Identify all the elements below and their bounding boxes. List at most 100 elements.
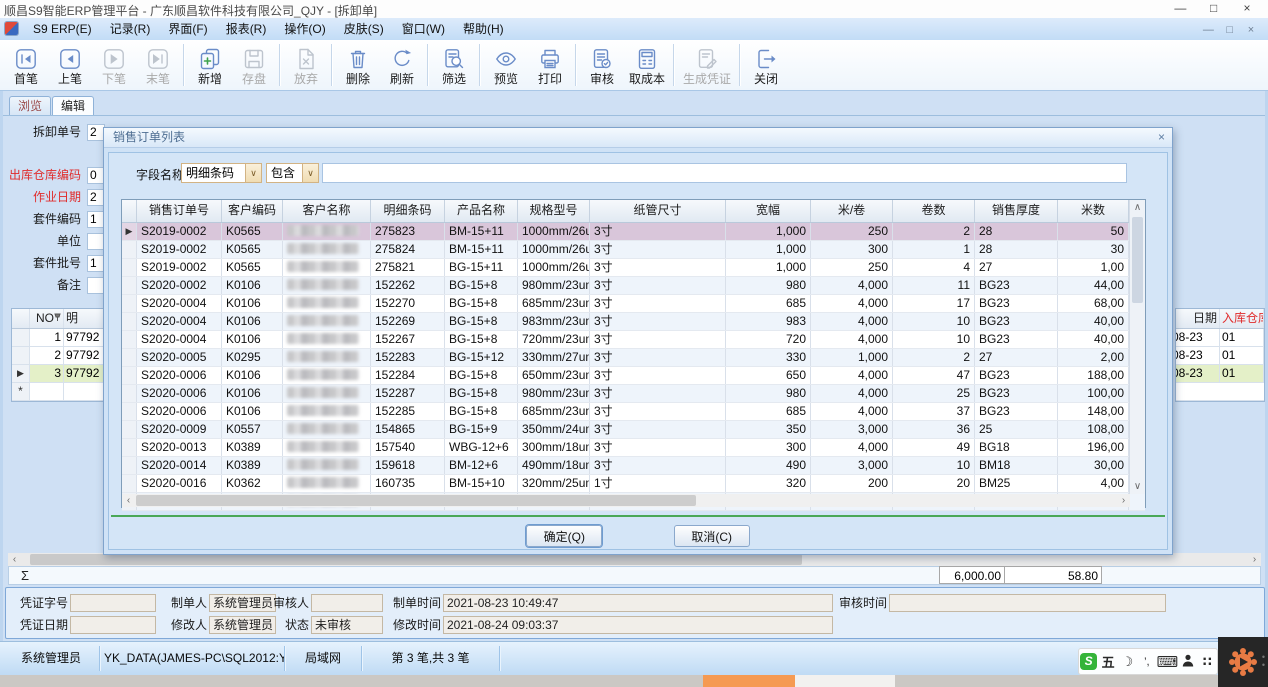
taskbar-item-orange[interactable] (703, 675, 795, 687)
sales-order-row[interactable]: S2020-0009K0557154865BG-15+9350mm/24um..… (122, 421, 1145, 439)
chevron-down-icon[interactable]: ∨ (245, 164, 261, 182)
toolbar-nav-first-button[interactable]: 首笔 (4, 43, 48, 87)
sogou-logo-icon[interactable]: S (1079, 653, 1098, 670)
detail-row[interactable]: ▶397792 (12, 365, 106, 383)
menu-item-3[interactable]: 报表(R) (217, 18, 276, 40)
footer-input[interactable] (70, 594, 156, 612)
punctuation-icon[interactable]: ’, (1137, 656, 1156, 668)
toolbar-nav-prev-button[interactable]: 上笔 (48, 43, 92, 87)
footer-input[interactable] (70, 616, 156, 634)
column-header-3[interactable]: 明细条码 (371, 200, 445, 222)
operator-select[interactable]: 包含 ∨ (266, 163, 319, 183)
floating-app-widget[interactable]: •• (1218, 637, 1268, 687)
menu-item-0[interactable]: S9 ERP(E) (24, 18, 101, 40)
scroll-left-icon[interactable]: ‹ (8, 553, 21, 566)
toolbar-refresh-button[interactable]: 刷新 (380, 43, 424, 87)
sales-order-row[interactable]: S2019-0002K0565275824BM-15+111000mm/26u.… (122, 241, 1145, 259)
column-header-9[interactable]: 卷数 (893, 200, 975, 222)
detail-row[interactable]: 08-2301 (1176, 365, 1264, 383)
detail-row[interactable]: 08-2301 (1176, 329, 1264, 347)
toolbar-audit-button[interactable]: 审核 (580, 43, 624, 87)
grid-vertical-scrollbar[interactable]: ∧ ∨ (1129, 200, 1145, 494)
toolbar-close-doc-button[interactable]: 关闭 (744, 43, 788, 87)
footer-input[interactable] (311, 594, 383, 612)
sales-order-row[interactable]: S2020-0016K0362160735BM-15+10320mm/25um.… (122, 475, 1145, 493)
taskbar-item-light[interactable] (795, 675, 895, 687)
child-restore-icon[interactable]: □ (1221, 19, 1239, 41)
scroll-up-icon[interactable]: ∧ (1131, 201, 1144, 214)
menu-item-2[interactable]: 界面(F) (159, 18, 216, 40)
column-header-7[interactable]: 宽幅 (726, 200, 811, 222)
minimize-icon[interactable]: — (1165, 1, 1195, 15)
toolbar-print-button[interactable]: 打印 (528, 43, 572, 87)
chevron-down-icon[interactable]: ∨ (302, 164, 318, 182)
column-header-5[interactable]: 规格型号 (518, 200, 590, 222)
close-icon[interactable]: × (1232, 1, 1262, 15)
field-name-select[interactable]: 明细条码 ∨ (181, 163, 262, 183)
column-header-1[interactable]: 客户编码 (222, 200, 283, 222)
column-header-6[interactable]: 纸管尺寸 (590, 200, 726, 222)
maximize-icon[interactable]: □ (1199, 1, 1229, 15)
tab-browse[interactable]: 浏览 (9, 96, 51, 115)
sales-order-row[interactable]: S2019-0002K0565275821BG-15+111000mm/26u.… (122, 259, 1145, 277)
scroll-down-icon[interactable]: ∨ (1131, 480, 1144, 493)
wubi-mode-icon[interactable]: 五 (1098, 652, 1117, 671)
dialog-close-icon[interactable]: × (1158, 128, 1165, 147)
sales-order-row[interactable]: S2020-0004K0106152269BG-15+8983mm/23um..… (122, 313, 1145, 331)
column-header-10[interactable]: 销售厚度 (975, 200, 1058, 222)
sales-order-row[interactable]: S2020-0002K0106152262BG-15+8980mm/23um..… (122, 277, 1145, 295)
cell: 2 (893, 349, 975, 366)
menu-item-7[interactable]: 帮助(H) (454, 18, 513, 40)
sales-order-row[interactable]: S2020-0006K0106152287BG-15+8980mm/23um..… (122, 385, 1145, 403)
detail-row[interactable]: 197792 (12, 329, 106, 347)
scroll-left-icon[interactable]: ‹ (122, 494, 135, 507)
cell: BG23 (975, 403, 1058, 420)
scroll-right-icon[interactable]: › (1117, 494, 1130, 507)
toolbox-icon[interactable]: ∷ (1198, 654, 1217, 670)
column-header-8[interactable]: 米/卷 (811, 200, 893, 222)
column-header-0[interactable]: 销售订单号 (137, 200, 222, 222)
footer-input[interactable]: 未审核 (311, 616, 383, 634)
widget-menu-dots-icon[interactable]: •• (1262, 653, 1265, 669)
cancel-button[interactable]: 取消(C) (674, 525, 750, 547)
column-header-4[interactable]: 产品名称 (445, 200, 518, 222)
sales-order-row[interactable]: S2020-0006K0106152284BG-15+8650mm/23um..… (122, 367, 1145, 385)
child-close-icon[interactable]: × (1242, 19, 1260, 41)
child-minimize-icon[interactable]: — (1199, 19, 1217, 41)
toolbar-filter-button[interactable]: 筛选 (432, 43, 476, 87)
sales-order-row[interactable]: S2020-0005K0295152283BG-15+12330mm/27um.… (122, 349, 1145, 367)
column-header-11[interactable]: 米数 (1058, 200, 1129, 222)
scrollbar-thumb[interactable] (1132, 217, 1143, 303)
menu-item-5[interactable]: 皮肤(S) (335, 18, 393, 40)
column-header-2[interactable]: 客户名称 (283, 200, 371, 222)
footer-input[interactable]: 2021-08-24 09:03:37 (443, 616, 833, 634)
keyboard-icon[interactable]: ⌨ (1157, 653, 1179, 671)
scroll-right-icon[interactable]: › (1248, 553, 1261, 566)
grid-horizontal-scrollbar[interactable]: ‹ › (122, 494, 1130, 507)
moon-icon[interactable]: ☽ (1118, 654, 1137, 670)
sales-order-row[interactable]: S2020-0013K0389157540WBG-12+6300mm/18um.… (122, 439, 1145, 457)
tab-edit[interactable]: 编辑 (52, 96, 94, 115)
detail-row[interactable]: 08-2301 (1176, 347, 1264, 365)
filter-value-input[interactable] (322, 163, 1127, 183)
person-icon[interactable] (1178, 654, 1197, 670)
sales-order-row[interactable]: S2020-0004K0106152267BG-15+8720mm/23um..… (122, 331, 1145, 349)
toolbar-delete-button[interactable]: 删除 (336, 43, 380, 87)
sales-order-row[interactable]: S2020-0004K0106152270BG-15+8685mm/23um..… (122, 295, 1145, 313)
scrollbar-thumb[interactable] (30, 554, 802, 565)
footer-input[interactable] (889, 594, 1166, 612)
ok-button[interactable]: 确定(Q) (526, 525, 602, 547)
scrollbar-thumb[interactable] (136, 495, 696, 506)
menu-item-6[interactable]: 窗口(W) (393, 18, 454, 40)
toolbar-add-doc-button[interactable]: 新增 (188, 43, 232, 87)
cell: 152269 (371, 313, 445, 330)
footer-input[interactable]: 2021-08-23 10:49:47 (443, 594, 833, 612)
detail-row[interactable]: 297792 (12, 347, 106, 365)
sales-order-row[interactable]: ▶S2019-0002K0565275823BM-15+111000mm/26u… (122, 223, 1145, 241)
sales-order-row[interactable]: S2020-0014K0389159618BM-12+6490mm/18um..… (122, 457, 1145, 475)
sales-order-row[interactable]: S2020-0006K0106152285BG-15+8685mm/23um..… (122, 403, 1145, 421)
menu-item-4[interactable]: 操作(O) (275, 18, 334, 40)
menu-item-1[interactable]: 记录(R) (101, 18, 160, 40)
toolbar-preview-button[interactable]: 预览 (484, 43, 528, 87)
toolbar-cost-button[interactable]: 取成本 (624, 43, 670, 87)
